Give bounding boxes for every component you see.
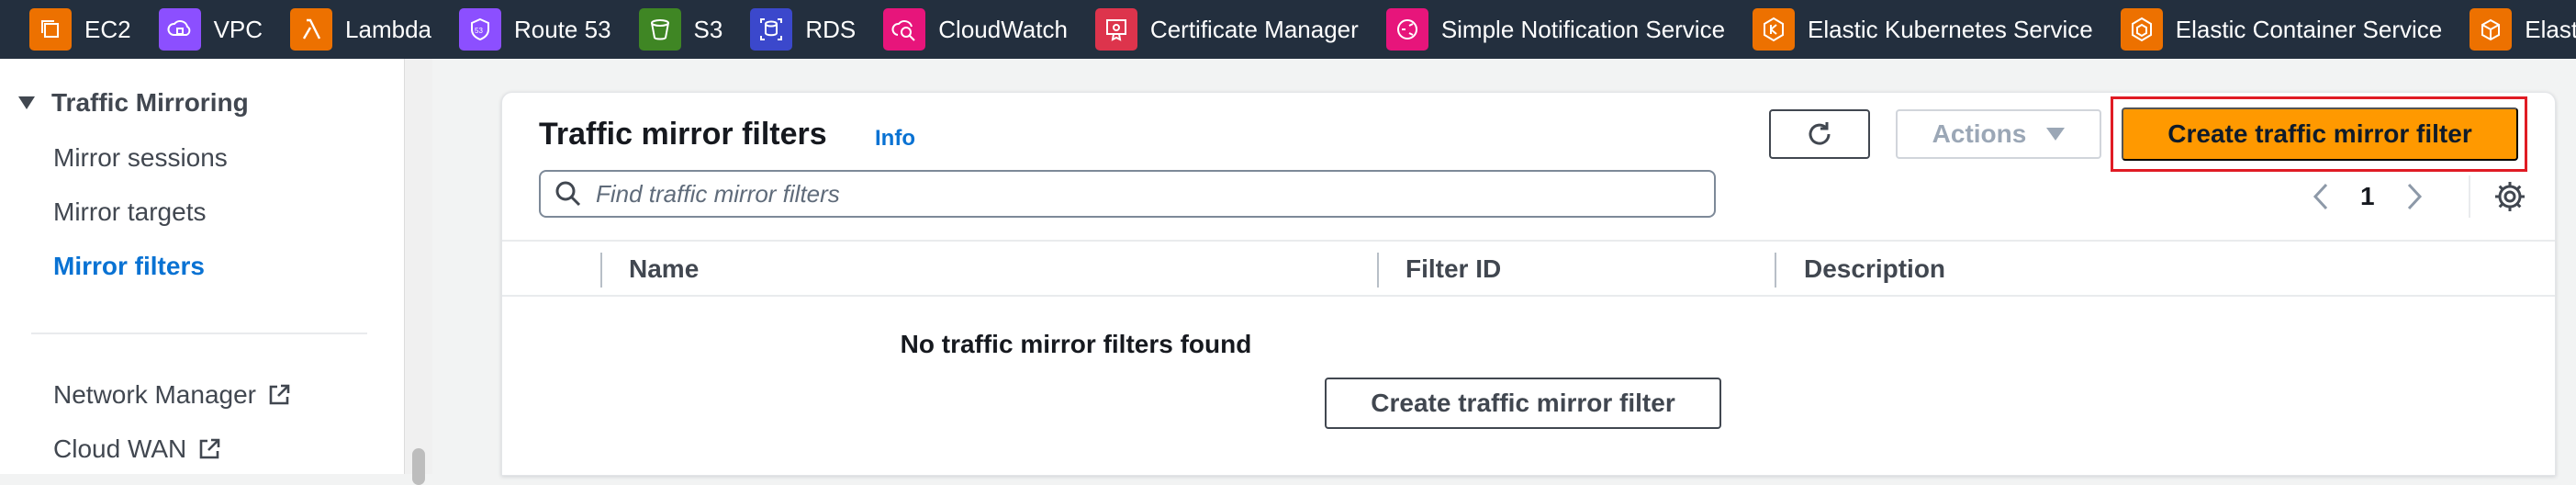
nav-section-traffic-mirroring[interactable]: Traffic Mirroring [18, 88, 249, 118]
traffic-mirror-filters-panel: Traffic mirror filters Info Actions Crea… [501, 92, 2556, 476]
favorite-label: EC2 [84, 15, 131, 43]
column-header-description[interactable]: Description [1804, 254, 1945, 284]
favorite-ec2[interactable]: EC2 [29, 0, 131, 59]
favorite-cloudwatch[interactable]: CloudWatch [883, 0, 1068, 59]
eks-icon [1753, 8, 1796, 51]
page-title: Traffic mirror filters [539, 117, 827, 152]
favorite-label: VPC [213, 15, 263, 43]
column-resizer[interactable] [1377, 253, 1379, 288]
external-link-icon [269, 384, 290, 405]
s3-icon [638, 8, 681, 51]
favorite-label: Elastic Kubernetes Service [1808, 15, 2093, 43]
favorite-label: Elastic Container Service [2175, 15, 2443, 43]
favorite-rds[interactable]: RDS [750, 0, 856, 59]
caret-down-icon [18, 96, 35, 109]
route53-icon: 53 [459, 8, 502, 51]
favorite-certificate-manager[interactable]: Certificate Manager [1094, 0, 1359, 59]
gear-icon[interactable] [2492, 179, 2527, 214]
pagination-divider [2469, 175, 2470, 218]
favorite-label: Elastic Container [2525, 15, 2576, 43]
vpc-icon [158, 8, 201, 51]
search-field[interactable] [539, 170, 1716, 218]
search-input[interactable] [594, 178, 1681, 209]
favorite-label: S3 [693, 15, 723, 43]
create-traffic-mirror-filter-button[interactable]: Create traffic mirror filter [2122, 107, 2518, 161]
favorite-label: Lambda [345, 15, 432, 43]
chevron-right-icon[interactable] [2402, 181, 2426, 212]
cloudwatch-icon [883, 8, 926, 51]
favorite-eks[interactable]: Elastic Kubernetes Service [1753, 0, 2093, 59]
nav-link-cloud-wan[interactable]: Cloud WAN [53, 434, 221, 464]
favorite-label: Certificate Manager [1149, 15, 1359, 43]
nav-scrollbar[interactable] [404, 59, 432, 485]
nav-section-title: Traffic Mirroring [51, 88, 249, 117]
refresh-icon [1809, 122, 1831, 145]
nav-link-label: Network Manager [53, 380, 256, 409]
nav-link-mirror-sessions[interactable]: Mirror sessions [53, 143, 228, 173]
pagination: 1 [2309, 181, 2426, 212]
table-header: Name Filter ID Description [502, 240, 2555, 297]
caret-down-icon [2046, 128, 2066, 141]
nav-link-mirror-filters[interactable]: Mirror filters [53, 252, 205, 281]
ec2-icon [29, 8, 72, 51]
favorite-ecs[interactable]: Elastic Container Service [2120, 0, 2443, 59]
ecs-icon [2120, 8, 2163, 51]
sns-icon [1385, 8, 1428, 51]
favorite-ecr[interactable]: Elastic Container [2470, 0, 2576, 59]
actions-label: Actions [1932, 119, 2027, 148]
nav-link-label: Cloud WAN [53, 434, 187, 463]
side-navigation: Traffic Mirroring Mirror sessions Mirror… [0, 59, 404, 474]
favorite-lambda[interactable]: Lambda [290, 0, 431, 59]
favorite-vpc[interactable]: VPC [158, 0, 263, 59]
favorite-label: Simple Notification Service [1440, 15, 1726, 43]
search-icon [555, 181, 581, 207]
favorite-label: Route 53 [514, 15, 611, 43]
lambda-icon [290, 8, 333, 51]
favorite-sns[interactable]: Simple Notification Service [1385, 0, 1726, 59]
column-header-name[interactable]: Name [629, 254, 699, 284]
favorite-s3[interactable]: S3 [638, 0, 723, 59]
favorite-route53[interactable]: 53 Route 53 [459, 0, 611, 59]
svg-text:53: 53 [475, 27, 483, 35]
certificate-manager-icon [1094, 8, 1137, 51]
column-separator [600, 253, 602, 288]
scrollbar-thumb[interactable] [412, 448, 425, 485]
column-header-filter-id[interactable]: Filter ID [1406, 254, 1501, 284]
ecr-icon [2470, 8, 2513, 51]
current-page[interactable]: 1 [2360, 182, 2375, 211]
nav-link-mirror-targets[interactable]: Mirror targets [53, 197, 206, 227]
chevron-left-icon[interactable] [2309, 181, 2333, 212]
column-resizer[interactable] [1775, 253, 1776, 288]
info-link[interactable]: Info [875, 126, 915, 152]
favorite-label: CloudWatch [938, 15, 1068, 43]
external-link-icon [199, 438, 220, 459]
nav-divider [31, 333, 367, 334]
empty-state-message: No traffic mirror filters found [900, 330, 1252, 358]
favorite-label: RDS [805, 15, 857, 43]
nav-link-network-manager[interactable]: Network Manager [53, 380, 291, 410]
empty-state-create-button[interactable]: Create traffic mirror filter [1325, 378, 1721, 429]
refresh-button[interactable] [1769, 109, 1870, 159]
actions-dropdown[interactable]: Actions [1896, 109, 2101, 159]
service-favorites-bar: EC2 VPC Lambda 53 Route 53 S3 RDS CloudW… [0, 0, 2576, 59]
rds-icon [750, 8, 793, 51]
